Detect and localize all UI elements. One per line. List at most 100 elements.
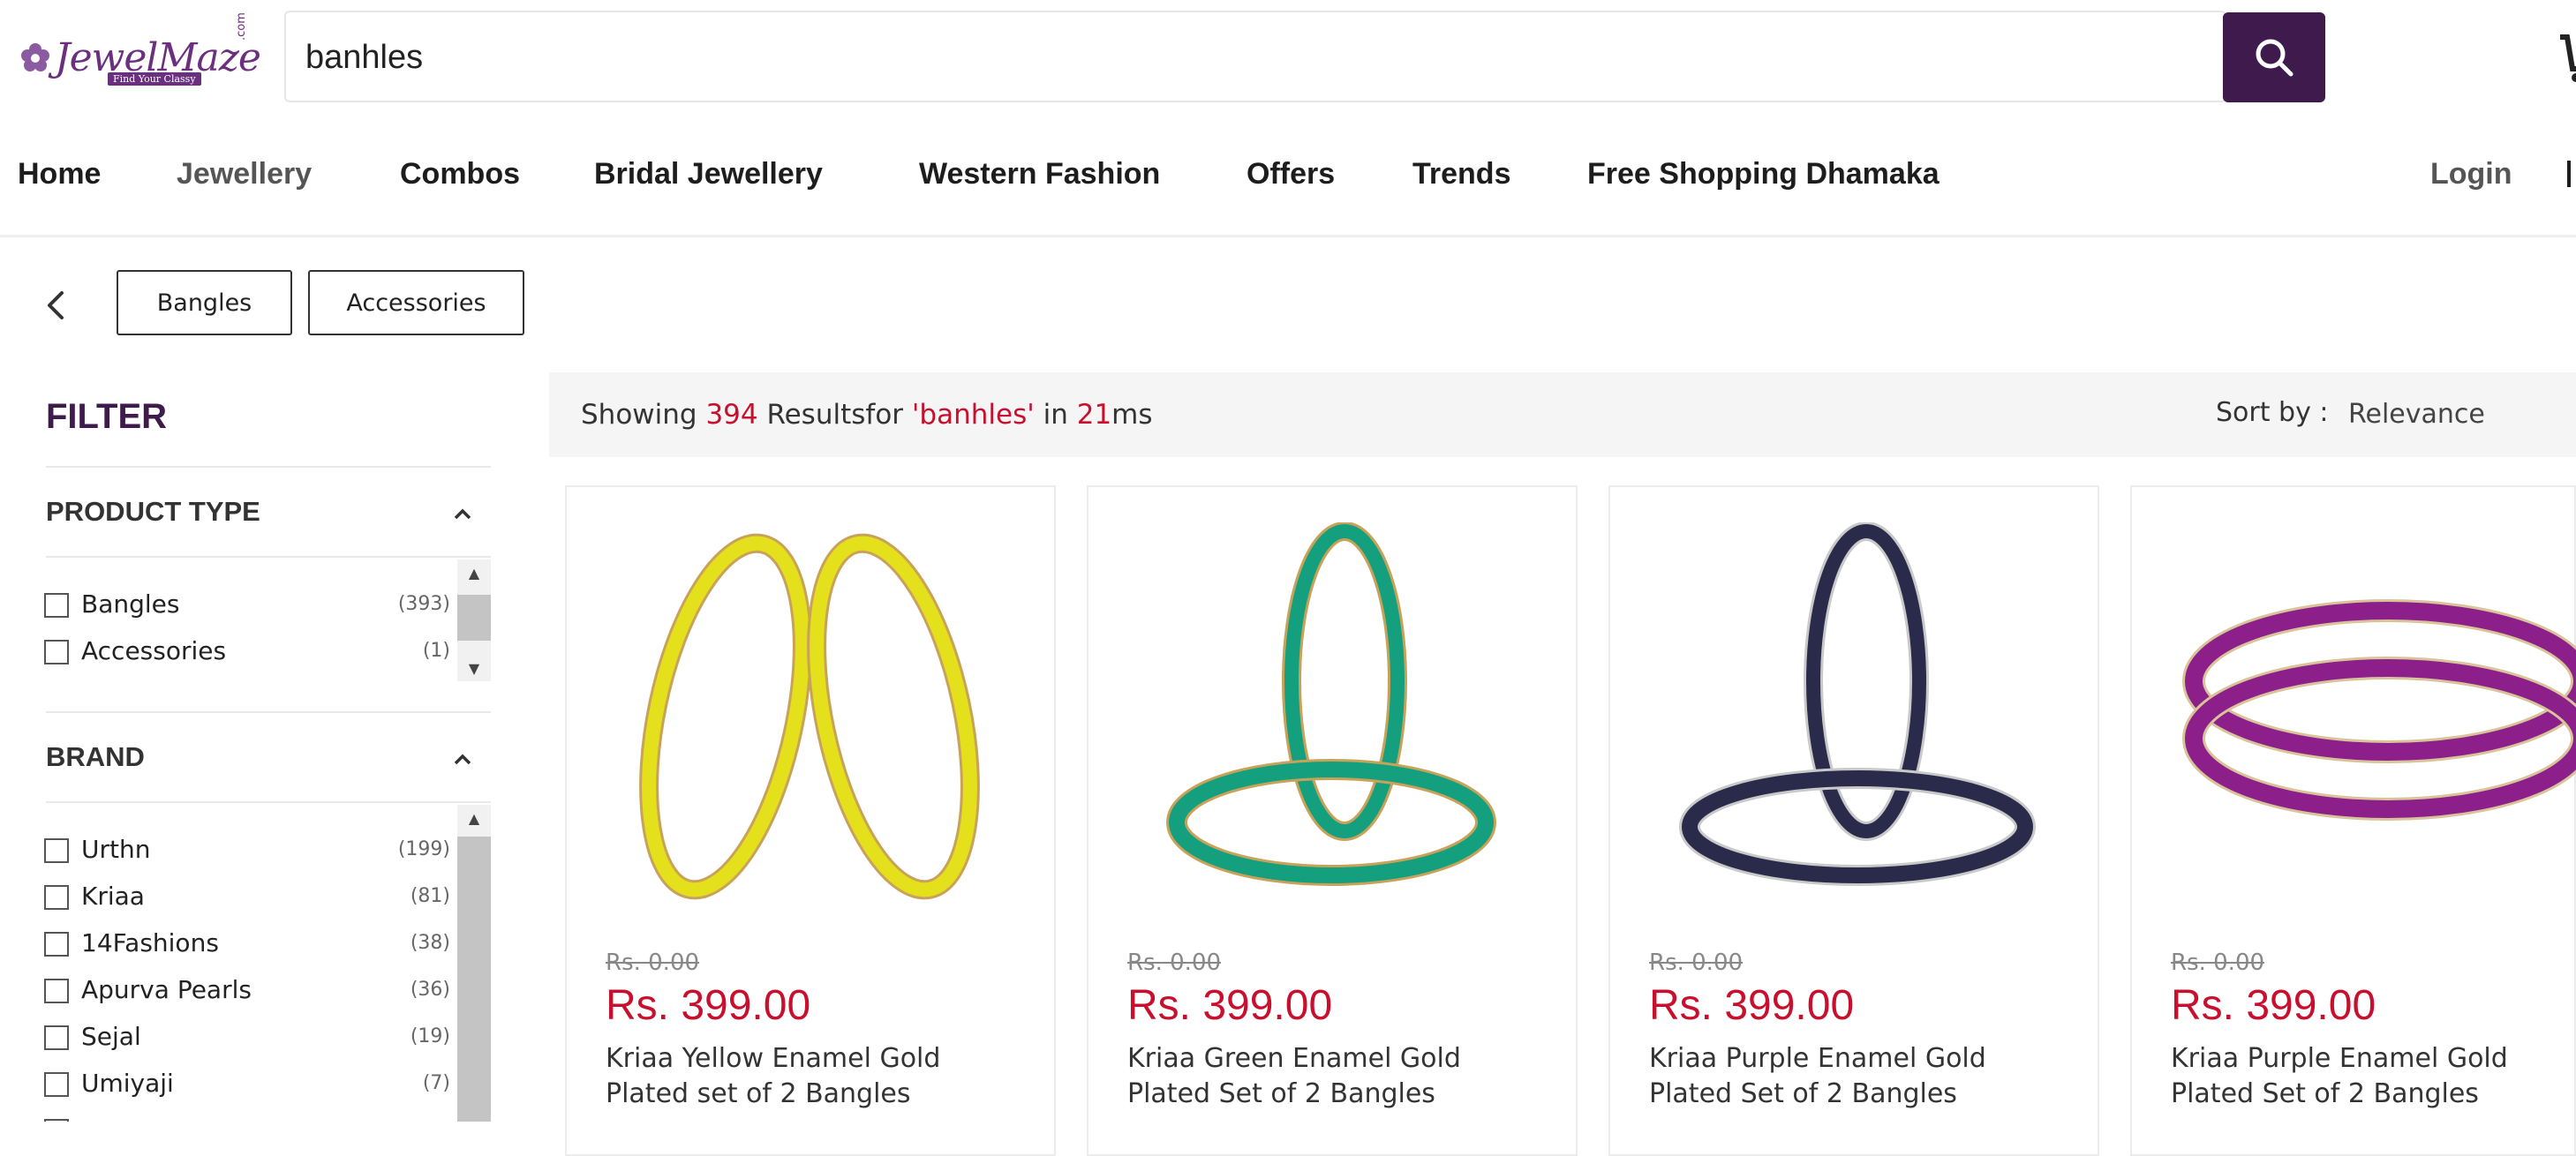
cart-button[interactable] [2558,25,2576,86]
scroll-up-arrow-icon[interactable]: ▲ [457,559,491,586]
product-price: Rs. 399.00 [1127,982,1333,1029]
product-image[interactable] [2158,522,2576,911]
product-card[interactable]: Rs. 0.00 Rs. 399.00 Kriaa Purple Enamel … [1608,485,2099,1156]
scrollbar-thumb[interactable] [457,595,491,641]
option-label: Kriaa [81,882,145,911]
product-mrp: Rs. 0.00 [1649,950,1744,976]
chevron-up-icon[interactable] [450,750,475,768]
search-box [284,11,2226,102]
product-mrp: Rs. 0.00 [2171,950,2265,976]
filter-option-accessories[interactable]: Accessories (1) [44,633,450,672]
chip-accessories[interactable]: Accessories [308,270,524,335]
nav-item-home[interactable]: Home [18,157,101,191]
search-input[interactable] [305,37,2142,78]
login-link[interactable]: Login [2430,157,2512,191]
product-name[interactable]: Kriaa Green Enamel Gold Plated Set of 2 … [1127,1041,1551,1112]
option-label: Accessories [81,636,227,665]
option-label: Apurva Pearls [81,975,252,1004]
chevron-up-icon[interactable] [450,505,475,522]
nav-item-western-fashion[interactable]: Western Fashion [919,157,1160,191]
filter-option-urthn[interactable]: Urthn (199) [44,831,450,870]
logo-tagline: Find Your Classy [108,72,201,86]
product-name[interactable]: Kriaa Purple Enamel Gold Plated Set of 2… [1649,1041,2073,1112]
results-unit: ms [1111,399,1153,431]
product-price: Rs. 399.00 [1649,982,1855,1029]
section-divider [46,556,491,558]
nav-item-free-shopping-dhamaka[interactable]: Free Shopping Dhamaka [1587,157,1940,191]
nav-item-combos[interactable]: Combos [400,157,520,191]
filter-option-umiyaji[interactable]: Umiyaji (7) [44,1065,450,1104]
checkbox[interactable] [44,1072,69,1097]
section-divider [46,801,491,803]
section-title-brand[interactable]: BRAND [46,741,145,773]
option-count: (199) [397,838,450,860]
sort-label: Sort by : [2216,397,2329,428]
option-label: Umiyaji [81,1069,174,1098]
chevron-left-icon[interactable] [42,288,71,323]
checkbox[interactable] [44,1025,69,1050]
logo-domain-suffix: .com [235,12,248,41]
results-in: in [1034,399,1077,431]
product-image[interactable] [1637,522,2075,911]
product-price: Rs. 399.00 [2171,982,2376,1029]
results-middle: Resultsfor [757,399,912,431]
scroll-up-arrow-icon[interactable]: ▲ [457,805,491,831]
checkbox[interactable] [44,979,69,1003]
results-summary: Showing 394 Resultsfor 'banhles' in 21ms [581,399,1153,431]
option-label: 14Fashions [81,928,219,957]
scrollbar-thumb[interactable] [457,837,491,1122]
checkbox[interactable] [44,885,69,910]
section-divider [46,711,491,713]
search-button[interactable] [2223,12,2325,102]
chip-bangles[interactable]: Bangles [117,270,292,335]
filter-option-sejal[interactable]: Sejal (19) [44,1018,450,1057]
filter-option-partial[interactable] [44,1112,450,1122]
main-nav: Home Jewellery Combos Bridal Jewellery W… [0,157,2576,205]
option-count: (1) [422,640,450,662]
checkbox[interactable] [44,932,69,957]
sort-select[interactable]: Relevance [2348,399,2485,430]
nav-item-jewellery[interactable]: Jewellery [177,157,312,191]
option-count: (36) [410,979,450,1001]
product-mrp: Rs. 0.00 [606,950,700,976]
nav-overflow-item[interactable] [2567,157,2576,195]
checkbox[interactable] [44,593,69,618]
product-type-scrollbar[interactable]: ▲ ▼ [457,559,491,681]
flower-logo-icon [21,43,49,71]
scroll-down-arrow-icon[interactable]: ▼ [457,655,491,681]
option-count: (81) [410,885,450,907]
product-image[interactable] [593,522,1031,911]
nav-overflow-glyph [2567,161,2571,187]
option-label: Sejal [81,1022,141,1051]
search-icon [2256,39,2294,77]
product-name[interactable]: Kriaa Yellow Enamel Gold Plated set of 2… [606,1041,1029,1112]
cart-icon [2560,34,2576,82]
option-label: Bangles [81,589,180,619]
product-name[interactable]: Kriaa Purple Enamel Gold Plated Set of 2… [2171,1041,2576,1112]
nav-item-bridal-jewellery[interactable]: Bridal Jewellery [594,157,823,191]
product-mrp: Rs. 0.00 [1127,950,1222,976]
checkbox[interactable] [44,640,69,664]
header-divider [0,235,2576,237]
product-card[interactable]: Rs. 0.00 Rs. 399.00 Kriaa Purple Enamel … [2130,485,2576,1156]
section-title-product-type[interactable]: PRODUCT TYPE [46,496,260,528]
results-count: 394 [705,399,758,431]
results-query: 'banhles' [911,399,1035,431]
filter-option-kriaa[interactable]: Kriaa (81) [44,878,450,917]
site-logo[interactable]: JewelMaze Find Your Classy .com [16,12,261,86]
option-label: Urthn [81,835,151,864]
product-card[interactable]: Rs. 0.00 Rs. 399.00 Kriaa Yellow Enamel … [565,485,1056,1156]
brand-scrollbar[interactable]: ▲ [457,805,491,1122]
product-card[interactable]: Rs. 0.00 Rs. 399.00 Kriaa Green Enamel G… [1087,485,1578,1156]
product-price: Rs. 399.00 [606,982,811,1029]
filter-option-14fashions[interactable]: 14Fashions (38) [44,925,450,964]
nav-item-trends[interactable]: Trends [1412,157,1510,191]
filter-divider [46,466,491,468]
filter-option-bangles[interactable]: Bangles (393) [44,586,450,625]
checkbox[interactable] [44,838,69,863]
product-image[interactable] [1115,522,1553,911]
option-count: (19) [410,1025,450,1047]
option-count: (393) [397,593,450,615]
nav-item-offers[interactable]: Offers [1247,157,1335,191]
filter-option-apurva-pearls[interactable]: Apurva Pearls (36) [44,972,450,1010]
